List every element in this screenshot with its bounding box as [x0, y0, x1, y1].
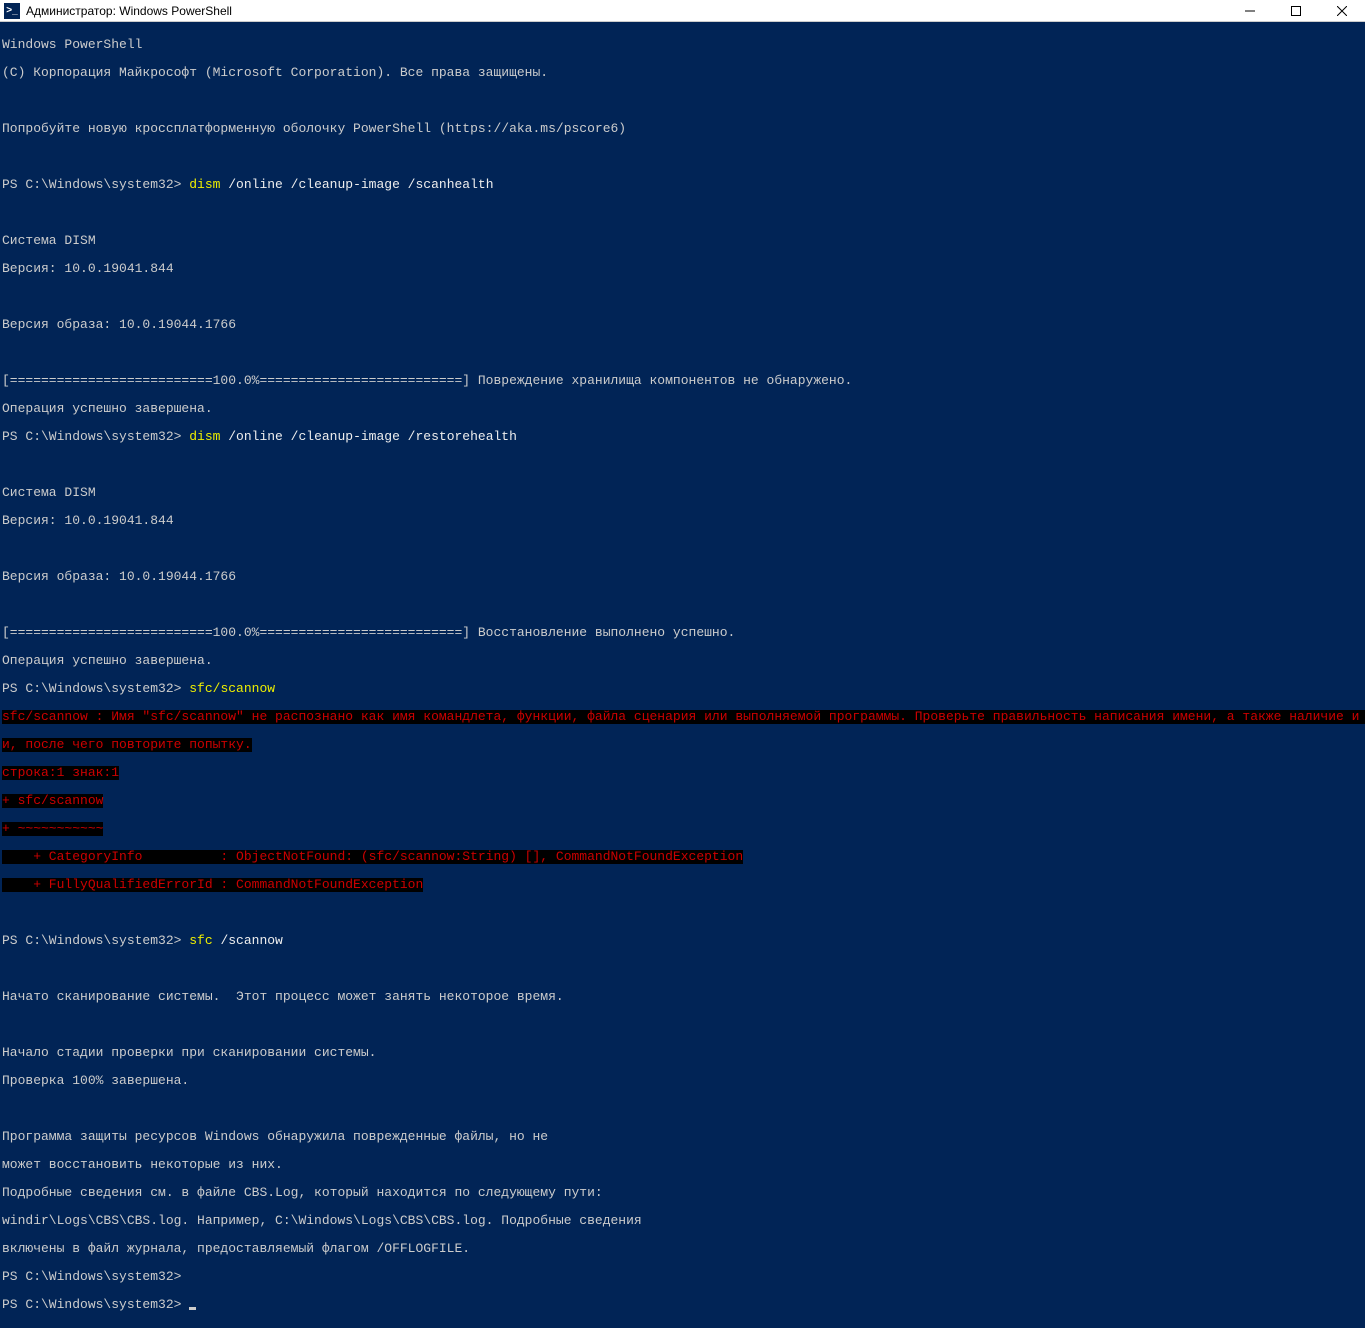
- prompt: PS C:\Windows\system32>: [2, 1269, 189, 1284]
- output-line: Версия образа: 10.0.19044.1766: [2, 570, 1363, 584]
- output-line: Операция успешно завершена.: [2, 402, 1363, 416]
- error-line: sfc/scannow : Имя "sfc/scannow" не распо…: [2, 710, 1363, 724]
- maximize-button[interactable]: [1273, 0, 1319, 22]
- command-args: /scannow: [213, 933, 283, 948]
- maximize-icon: [1291, 6, 1301, 16]
- terminal-output[interactable]: Windows PowerShell (C) Корпорация Майкро…: [0, 22, 1365, 1328]
- output-line: Версия: 10.0.19041.844: [2, 262, 1363, 276]
- output-line: Подробные сведения см. в файле CBS.Log, …: [2, 1186, 1363, 1200]
- error-line: + ~~~~~~~~~~~: [2, 822, 1363, 836]
- output-line: [2, 290, 1363, 304]
- powershell-icon: >_: [4, 3, 20, 19]
- error-line: + CategoryInfo : ObjectNotFound: (sfc/sc…: [2, 850, 1363, 864]
- output-line: Cистема DISM: [2, 486, 1363, 500]
- output-line: Попробуйте новую кроссплатформенную обол…: [2, 122, 1363, 136]
- output-line: [2, 1102, 1363, 1116]
- error-line: и, после чего повторите попытку.: [2, 738, 1363, 752]
- prompt-line: PS C:\Windows\system32> dism /online /cl…: [2, 178, 1363, 192]
- error-line: + sfc/scannow: [2, 794, 1363, 808]
- output-line: [==========================100.0%=======…: [2, 626, 1363, 640]
- output-line: [==========================100.0%=======…: [2, 374, 1363, 388]
- output-line: Начало стадии проверки при сканировании …: [2, 1046, 1363, 1060]
- output-line: [2, 150, 1363, 164]
- prompt-line[interactable]: PS C:\Windows\system32>: [2, 1298, 1363, 1312]
- output-line: Windows PowerShell: [2, 38, 1363, 52]
- prompt: PS C:\Windows\system32>: [2, 681, 189, 696]
- prompt-line: PS C:\Windows\system32> sfc /scannow: [2, 934, 1363, 948]
- command-exe: sfc: [189, 933, 212, 948]
- prompt: PS C:\Windows\system32>: [2, 1297, 189, 1312]
- command-exe: sfc/scannow: [189, 681, 275, 696]
- output-line: [2, 458, 1363, 472]
- prompt-line: PS C:\Windows\system32> sfc/scannow: [2, 682, 1363, 696]
- output-line: Программа защиты ресурсов Windows обнару…: [2, 1130, 1363, 1144]
- output-line: Начато сканирование системы. Этот процес…: [2, 990, 1363, 1004]
- output-line: может восстановить некоторые из них.: [2, 1158, 1363, 1172]
- error-line: строка:1 знак:1: [2, 766, 1363, 780]
- output-line: [2, 94, 1363, 108]
- command-exe: dism: [189, 429, 220, 444]
- output-line: включены в файл журнала, предоставляемый…: [2, 1242, 1363, 1256]
- output-line: [2, 206, 1363, 220]
- minimize-icon: [1245, 6, 1255, 16]
- prompt: PS C:\Windows\system32>: [2, 429, 189, 444]
- output-line: Проверка 100% завершена.: [2, 1074, 1363, 1088]
- output-line: [2, 542, 1363, 556]
- error-line: + FullyQualifiedErrorId : CommandNotFoun…: [2, 878, 1363, 892]
- minimize-button[interactable]: [1227, 0, 1273, 22]
- output-line: windir\Logs\CBS\CBS.log. Например, C:\Wi…: [2, 1214, 1363, 1228]
- command-args: /online /cleanup-image /scanhealth: [220, 177, 493, 192]
- close-button[interactable]: [1319, 0, 1365, 22]
- prompt-line: PS C:\Windows\system32> dism /online /cl…: [2, 430, 1363, 444]
- window-titlebar: >_ Администратор: Windows PowerShell: [0, 0, 1365, 22]
- output-line: [2, 962, 1363, 976]
- output-line: [2, 346, 1363, 360]
- output-line: (C) Корпорация Майкрософт (Microsoft Cor…: [2, 66, 1363, 80]
- close-icon: [1337, 6, 1347, 16]
- output-line: [2, 598, 1363, 612]
- output-line: Операция успешно завершена.: [2, 654, 1363, 668]
- output-line: Версия: 10.0.19041.844: [2, 514, 1363, 528]
- prompt: PS C:\Windows\system32>: [2, 933, 189, 948]
- window-title: Администратор: Windows PowerShell: [26, 4, 232, 18]
- command-args: /online /cleanup-image /restorehealth: [220, 429, 516, 444]
- command-exe: dism: [189, 177, 220, 192]
- output-line: [2, 906, 1363, 920]
- output-line: Версия образа: 10.0.19044.1766: [2, 318, 1363, 332]
- output-line: Cистема DISM: [2, 234, 1363, 248]
- prompt-line: PS C:\Windows\system32>: [2, 1270, 1363, 1284]
- prompt: PS C:\Windows\system32>: [2, 177, 189, 192]
- cursor: [189, 1307, 196, 1310]
- output-line: [2, 1018, 1363, 1032]
